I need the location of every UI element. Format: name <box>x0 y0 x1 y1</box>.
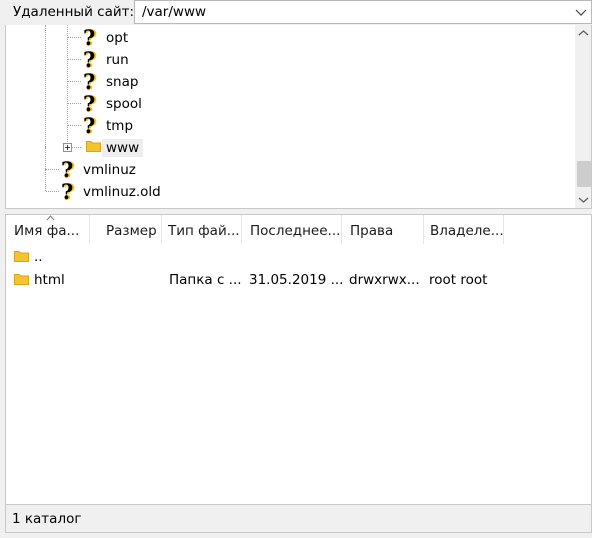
tree-item-label[interactable]: www <box>102 139 144 157</box>
remote-directory-tree[interactable]: ? opt ? run ? snap ? spool ? tmp www ? v… <box>5 25 592 209</box>
folder-icon <box>14 274 29 285</box>
remote-site-bar: Удаленный сайт: /var/www <box>0 0 592 25</box>
tree-item-label[interactable]: vmlinuz <box>83 162 136 178</box>
folder-icon <box>86 141 101 152</box>
file-name[interactable]: .. <box>34 249 43 265</box>
file-type: Папка с ... <box>169 272 242 288</box>
column-header-label: Владеле... <box>430 223 504 239</box>
file-modified: 31.05.2019 ... <box>249 272 344 288</box>
tree-item-snap[interactable]: ? snap <box>6 71 566 93</box>
chevron-down-icon[interactable] <box>574 5 588 19</box>
column-header-label: Тип фай... <box>168 223 240 239</box>
tree-item-label[interactable]: spool <box>106 96 142 112</box>
tree-item-label[interactable]: run <box>106 52 129 68</box>
column-header-label: Имя фа... <box>14 223 80 239</box>
tree-item-www[interactable]: www <box>6 137 566 159</box>
column-header-size[interactable]: Размер <box>90 215 162 244</box>
question-icon: ? <box>83 47 96 72</box>
folder-icon <box>14 251 29 262</box>
file-name[interactable]: html <box>34 272 65 288</box>
list-row-parent[interactable]: .. <box>6 245 591 267</box>
tree-vertical-scrollbar[interactable] <box>575 25 592 208</box>
column-header-label: Права <box>350 223 394 239</box>
file-owner: root root <box>429 272 488 288</box>
column-header-type[interactable]: Тип фай... <box>162 215 242 244</box>
list-row-html[interactable]: html Папка с ... 31.05.2019 ... drwxrwx.… <box>6 268 591 290</box>
tree-item-run[interactable]: ? run <box>6 49 566 71</box>
column-header-name[interactable]: Имя фа... <box>6 215 90 244</box>
tree-item-vmlinuz[interactable]: ? vmlinuz <box>6 159 566 181</box>
tree-item-vmlinuz-old[interactable]: ? vmlinuz.old <box>6 181 566 203</box>
remote-file-list[interactable]: Имя фа... Размер Тип фай... Последнее...… <box>5 214 592 505</box>
tree-item-tmp[interactable]: ? tmp <box>6 115 566 137</box>
question-icon: ? <box>83 91 96 116</box>
scroll-up-arrow-icon[interactable] <box>575 25 592 42</box>
remote-path-combobox[interactable]: /var/www <box>134 0 592 24</box>
column-header-owner[interactable]: Владеле... <box>424 215 504 244</box>
file-permissions: drwxrwx... <box>349 272 420 288</box>
tree-item-opt[interactable]: ? opt <box>6 27 566 49</box>
tree-item-label[interactable]: snap <box>106 74 138 90</box>
status-text: 1 каталог <box>12 511 82 527</box>
scrollbar-thumb[interactable] <box>577 161 591 187</box>
question-icon: ? <box>61 157 74 182</box>
tree-item-label[interactable]: tmp <box>106 118 133 134</box>
list-header: Имя фа... Размер Тип фай... Последнее...… <box>6 215 591 245</box>
tree-item-label[interactable]: vmlinuz.old <box>83 184 161 200</box>
tree-item-label[interactable]: opt <box>106 30 128 46</box>
column-header-permissions[interactable]: Права <box>342 215 424 244</box>
column-header-label: Размер <box>106 223 157 239</box>
scroll-down-arrow-icon[interactable] <box>575 191 592 208</box>
remote-site-label: Удаленный сайт: <box>13 4 135 20</box>
column-header-label: Последнее... <box>250 223 341 239</box>
question-icon: ? <box>83 69 96 94</box>
column-header-modified[interactable]: Последнее... <box>242 215 342 244</box>
expand-plus-icon[interactable] <box>63 143 72 152</box>
question-icon: ? <box>83 113 96 138</box>
remote-path-value[interactable]: /var/www <box>142 4 206 20</box>
question-icon: ? <box>61 179 74 204</box>
status-bar: 1 каталог <box>5 505 592 533</box>
tree-item-spool[interactable]: ? spool <box>6 93 566 115</box>
question-icon: ? <box>83 25 96 50</box>
